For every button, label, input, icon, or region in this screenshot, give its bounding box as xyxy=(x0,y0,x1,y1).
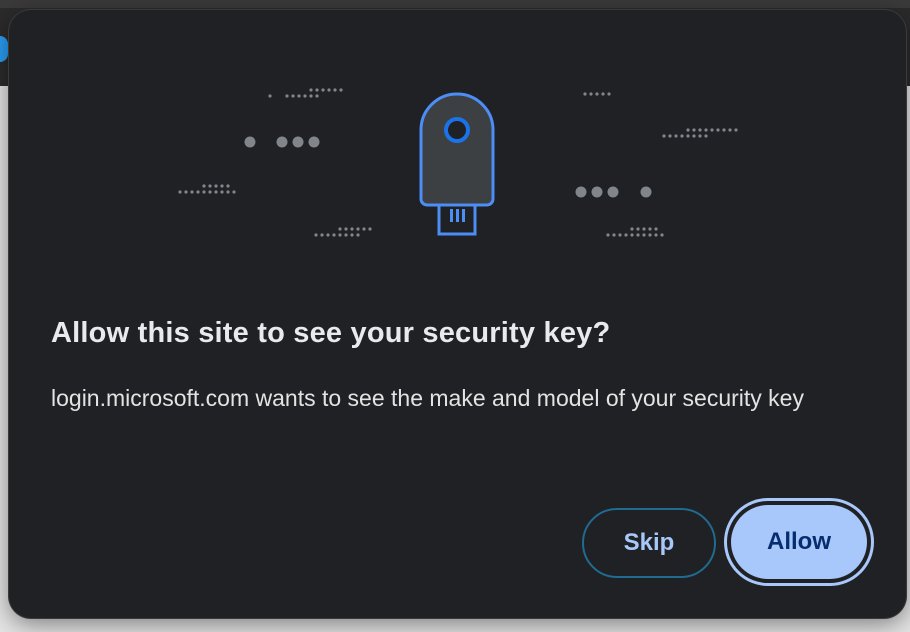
security-key-dialog: Allow this site to see your security key… xyxy=(9,10,906,618)
browser-favicon-icon xyxy=(0,36,8,62)
security-key-icon xyxy=(419,92,495,236)
security-key-illustration xyxy=(178,88,738,237)
dialog-message: login.microsoft.com wants to see the mak… xyxy=(51,385,804,411)
browser-tab-strip xyxy=(0,0,910,8)
allow-button[interactable]: Allow xyxy=(731,505,867,579)
skip-button[interactable]: Skip xyxy=(582,508,716,578)
dialog-title: Allow this site to see your security key… xyxy=(51,317,611,349)
